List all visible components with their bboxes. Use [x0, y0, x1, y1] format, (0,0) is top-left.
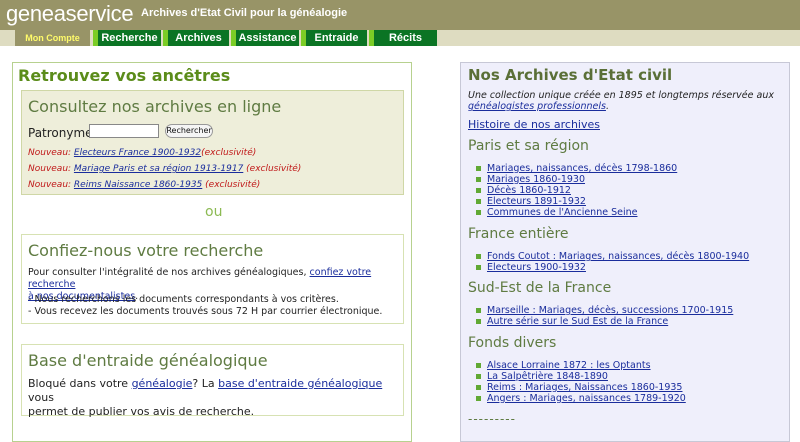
- mutual-aid-title: Base d'entraide généalogique: [28, 351, 268, 370]
- bullet-icon: [476, 363, 481, 368]
- archives-intro: Une collection unique créée en 1895 et l…: [468, 90, 783, 112]
- site-tagline: Archives d'Etat Civil pour la généalogie: [141, 7, 348, 19]
- paris-links: Mariages, naissances, décès 1798-1860 Ma…: [475, 163, 677, 218]
- patronyme-input[interactable]: [89, 124, 159, 138]
- research-title: Confiez-nous votre recherche: [28, 241, 264, 260]
- list-item: Fonds Coutot : Mariages, naissances, déc…: [475, 251, 749, 262]
- right-panel: Nos Archives d'Etat civil Une collection…: [460, 62, 790, 442]
- mutual-aid-link[interactable]: base d'entraide généalogique: [218, 377, 382, 390]
- online-archives-title: Consultez nos archives en ligne: [28, 97, 282, 116]
- intro-text: Une collection unique créée en 1895 et l…: [468, 90, 774, 101]
- archive-link[interactable]: Electeurs 1900-1932: [487, 262, 586, 273]
- pro-genealogists-link[interactable]: généalogistes professionnels: [468, 101, 606, 112]
- list-item: Reims : Mariages, Naissances 1860-1935: [475, 382, 686, 393]
- bullet-icon: [476, 374, 481, 379]
- news-prefix: Nouveau:: [28, 164, 74, 174]
- history-link[interactable]: Histoire de nos archives: [468, 118, 600, 131]
- intro-end: .: [605, 101, 609, 112]
- list-item: Décès 1860-1912: [475, 185, 677, 196]
- list-item: Alsace Lorraine 1872 : les Optants: [475, 360, 686, 371]
- bullet-icon: [476, 199, 481, 204]
- research-bullet-2: - Vous recevez les documents trouvés sou…: [28, 306, 383, 317]
- list-item: Angers : Mariages, naissances 1789-1920: [475, 393, 686, 404]
- section-divider: ---------: [468, 412, 516, 426]
- archive-link[interactable]: Communes de l'Ancienne Seine: [487, 207, 637, 218]
- archive-link[interactable]: Décès 1860-1912: [487, 185, 571, 196]
- archive-link[interactable]: Mariages 1860-1930: [487, 174, 585, 185]
- bullet-icon: [476, 396, 481, 401]
- archive-link[interactable]: La Salpêtrière 1848-1890: [487, 371, 608, 382]
- list-item: Mariages 1860-1930: [475, 174, 677, 185]
- section-title-paris: Paris et sa région: [468, 138, 589, 154]
- archive-link[interactable]: Autre série sur le Sud Est de la France: [487, 316, 668, 327]
- bullet-icon: [476, 188, 481, 193]
- or-separator: ou: [205, 204, 223, 220]
- section-title-france: France entière: [468, 226, 569, 242]
- archive-link[interactable]: Marseille : Mariages, décès, successions…: [487, 305, 733, 316]
- list-item: Electeurs 1891-1932: [475, 196, 677, 207]
- archive-link[interactable]: Electeurs 1891-1932: [487, 196, 586, 207]
- fonds-divers-links: Alsace Lorraine 1872 : les Optants La Sa…: [475, 360, 686, 404]
- tab-mon-compte[interactable]: Mon Compte: [15, 30, 90, 46]
- bullet-icon: [476, 210, 481, 215]
- mutual-text-1: Bloqué dans votre: [28, 377, 132, 390]
- online-archives-box: Consultez nos archives en ligne Patronym…: [21, 90, 404, 195]
- mutual-text-2: ? La: [192, 377, 219, 390]
- bullet-icon: [476, 319, 481, 324]
- news-item: Nouveau: Mariage Paris et sa région 1913…: [28, 164, 301, 174]
- france-links: Fonds Coutot : Mariages, naissances, déc…: [475, 251, 749, 273]
- sud-est-links: Marseille : Mariages, décès, successions…: [475, 305, 733, 327]
- mutual-text-3: vous: [28, 391, 54, 404]
- search-button[interactable]: Rechercher: [165, 124, 213, 138]
- archive-link[interactable]: Mariages, naissances, décès 1798-1860: [487, 163, 677, 174]
- right-panel-title: Nos Archives d'Etat civil: [468, 66, 673, 84]
- tab-recits[interactable]: Récits: [369, 30, 437, 46]
- left-panel: Retrouvez vos ancêtres Consultez nos arc…: [12, 62, 412, 442]
- news-link-reims[interactable]: Reims Naissance 1860-1935: [74, 180, 202, 190]
- news-link-mariage-paris[interactable]: Mariage Paris et sa région 1913-1917: [74, 164, 243, 174]
- mutual-text-line2: permet de publier vos avis de recherche.: [28, 405, 255, 418]
- archive-link[interactable]: Angers : Mariages, naissances 1789-1920: [487, 393, 686, 404]
- mutual-aid-text: Bloqué dans votre généalogie? La base d'…: [28, 377, 400, 419]
- news-suffix: (exclusivité): [202, 180, 261, 190]
- news-item: Nouveau: Electeurs France 1900-1932(excl…: [28, 148, 256, 158]
- section-title-fonds-divers: Fonds divers: [468, 335, 557, 351]
- archive-link[interactable]: Reims : Mariages, Naissances 1860-1935: [487, 382, 682, 393]
- tab-recherche[interactable]: Recherche: [93, 30, 161, 46]
- list-item: Autre série sur le Sud Est de la France: [475, 316, 733, 327]
- research-text-start: Pour consulter l'intégralité de nos arch…: [28, 267, 307, 278]
- tab-archives[interactable]: Archives: [163, 30, 229, 46]
- list-item: Mariages, naissances, décès 1798-1860: [475, 163, 677, 174]
- bullet-icon: [476, 265, 481, 270]
- bullet-icon: [476, 177, 481, 182]
- news-prefix: Nouveau:: [28, 180, 74, 190]
- mutual-aid-box: Base d'entraide généalogique Bloqué dans…: [21, 344, 404, 419]
- research-box: Confiez-nous votre recherche Pour consul…: [21, 234, 404, 324]
- site-logo[interactable]: geneaservice: [6, 1, 134, 27]
- bullet-icon: [476, 385, 481, 390]
- tab-entraide[interactable]: Entraide: [301, 30, 367, 46]
- patronyme-label: Patronyme: [28, 126, 93, 140]
- list-item: Electeurs 1900-1932: [475, 262, 749, 273]
- genealogie-link[interactable]: généalogie: [132, 377, 193, 390]
- bullet-icon: [476, 254, 481, 259]
- site-header: geneaservice Archives d'Etat Civil pour …: [0, 0, 800, 30]
- section-title-sud-est: Sud-Est de la France: [468, 280, 612, 296]
- news-link-electeurs[interactable]: Electeurs France 1900-1932: [74, 148, 201, 158]
- list-item: Marseille : Mariages, décès, successions…: [475, 305, 733, 316]
- news-suffix: (exclusivité): [243, 164, 302, 174]
- left-panel-title: Retrouvez vos ancêtres: [18, 66, 231, 85]
- bullet-icon: [476, 308, 481, 313]
- tab-assistance[interactable]: Assistance: [231, 30, 299, 46]
- news-item: Nouveau: Reims Naissance 1860-1935 (excl…: [28, 180, 260, 190]
- archive-link[interactable]: Alsace Lorraine 1872 : les Optants: [487, 360, 651, 371]
- news-prefix: Nouveau:: [28, 148, 74, 158]
- list-item: Communes de l'Ancienne Seine: [475, 207, 677, 218]
- bullet-icon: [476, 166, 481, 171]
- list-item: La Salpêtrière 1848-1890: [475, 371, 686, 382]
- research-bullet-1: - Nous recherchons les documents corresp…: [28, 294, 339, 305]
- news-suffix: (exclusivité): [201, 148, 257, 158]
- archive-link[interactable]: Fonds Coutot : Mariages, naissances, déc…: [487, 251, 749, 262]
